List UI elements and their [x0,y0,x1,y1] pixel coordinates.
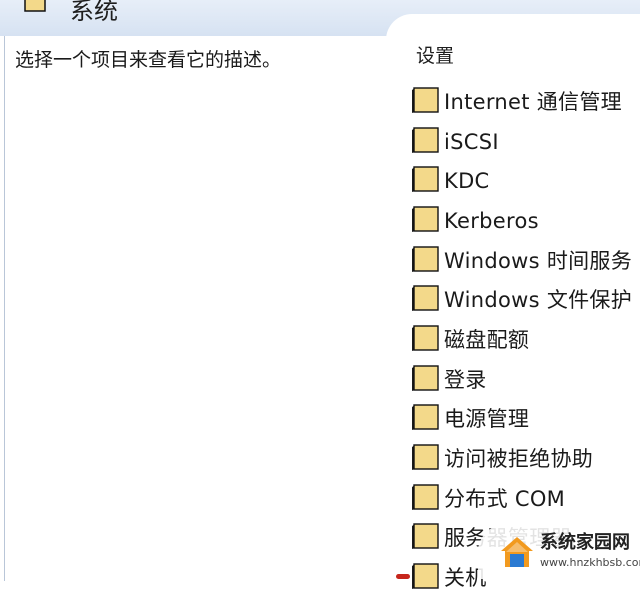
folder-icon [412,206,439,232]
list-item[interactable]: Kerberos [410,201,640,241]
watermark: 系统家园网 www.hnzkhbsb.com [478,524,640,579]
list-item[interactable]: 电源管理 [410,400,640,440]
list-item-label: iSCSI [444,129,499,154]
watermark-title: 系统家园网 [540,532,630,553]
folder-icon [412,126,439,153]
description-prompt: 选择一个项目来查看它的描述。 [15,49,282,71]
folder-icon [412,166,439,193]
list-item-label: 磁盘配额 [444,327,530,352]
red-mark [396,574,410,579]
folder-icon [412,325,439,351]
settings-pane: 设置 Internet 通信管理 iSCSI KDC Kerberos Windows … [386,14,640,594]
folder-icon [412,87,439,113]
list-item[interactable]: 分布式 COM [410,479,640,519]
list-item-label: KDC [444,169,490,194]
list-item-label: 电源管理 [444,407,530,432]
folder-icon [412,523,439,550]
watermark-url: www.hnzkhbsb.com [540,556,640,569]
folder-icon [412,484,439,510]
folder-icon [412,364,439,391]
list-item[interactable]: Windows 时间服务 [410,241,640,281]
folder-icon [412,285,439,312]
list-item[interactable]: KDC [410,161,640,201]
list-item-label: Internet 通信管理 [444,89,622,114]
list-item-label: Kerberos [444,208,539,233]
list-item[interactable]: 磁盘配额 [410,320,640,360]
list-item-label: Windows 时间服务 [444,248,633,273]
list-item[interactable]: Windows 文件保护 [410,280,640,320]
folder-icon [412,444,439,471]
page-title: 系统 [70,0,118,25]
folder-icon [24,0,46,12]
column-header-settings[interactable]: 设置 [416,44,454,68]
list-item[interactable]: 访问被拒绝协助 [410,439,640,479]
list-item-label: 分布式 COM [444,486,566,511]
list-item[interactable]: Internet 通信管理 [410,82,640,122]
folder-icon [412,245,439,272]
list-item-label: 登录 [444,367,487,392]
folder-icon [412,563,439,590]
folder-icon [412,404,439,431]
list-item[interactable]: 登录 [410,360,640,400]
house-logo-icon [501,537,533,567]
list-item-label: 访问被拒绝协助 [444,447,594,472]
settings-list: Internet 通信管理 iSCSI KDC Kerberos Windows 时间服… [410,82,640,598]
list-item-label: Windows 文件保护 [444,288,633,313]
description-pane: 选择一个项目来查看它的描述。 [4,36,409,581]
list-item[interactable]: iSCSI [410,122,640,162]
